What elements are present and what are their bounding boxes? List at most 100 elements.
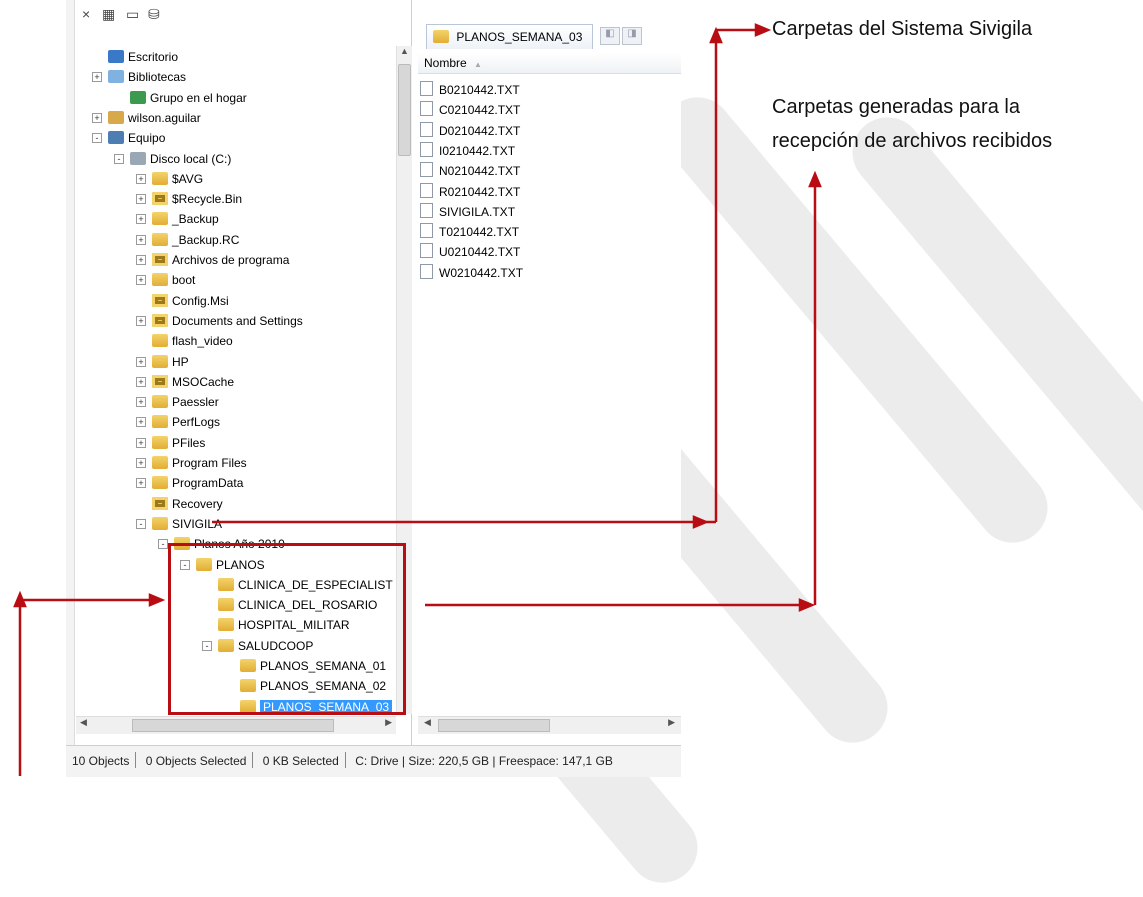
annotation-sistema: Carpetas del Sistema Sivigila bbox=[772, 18, 1033, 40]
scroll-thumb[interactable] bbox=[132, 719, 334, 732]
file-item[interactable]: I0210442.TXT bbox=[420, 141, 515, 161]
file-item[interactable]: U0210442.TXT bbox=[420, 242, 520, 262]
back-icon[interactable]: ◧ bbox=[600, 27, 620, 45]
tree-horizontal-scrollbar[interactable]: ◀ ▶ bbox=[76, 716, 396, 734]
tree-item[interactable]: Program Files bbox=[152, 453, 247, 473]
expander-icon[interactable]: + bbox=[136, 194, 146, 205]
annotation-generadas-line2: recepción de archivos recibidos bbox=[772, 130, 1053, 152]
tree-item-label: MSOCache bbox=[172, 374, 235, 389]
drive-icon[interactable]: ▭ bbox=[126, 6, 139, 23]
text-file-icon bbox=[420, 182, 433, 198]
folder-icon bbox=[152, 476, 168, 490]
expander-icon[interactable]: - bbox=[114, 153, 124, 164]
expander-icon[interactable]: + bbox=[136, 458, 146, 468]
tree-item[interactable]: Disco local (C:) bbox=[130, 149, 231, 169]
file-item[interactable]: N0210442.TXT bbox=[420, 161, 520, 181]
tree-item[interactable]: wilson.aguilar bbox=[108, 108, 201, 128]
desktop-icon[interactable]: ▦ bbox=[102, 6, 115, 23]
scroll-up-icon[interactable]: ▲ bbox=[397, 46, 412, 60]
file-item[interactable]: W0210442.TXT bbox=[420, 263, 523, 283]
tree-item[interactable]: Grupo en el hogar bbox=[130, 88, 247, 108]
expander-icon[interactable]: + bbox=[136, 173, 146, 184]
homegroup-icon bbox=[130, 90, 146, 104]
file-item[interactable]: B0210442.TXT bbox=[420, 80, 520, 100]
expander-icon[interactable]: + bbox=[136, 376, 146, 387]
expander-icon[interactable]: + bbox=[136, 356, 146, 367]
tree-item[interactable]: Documents and Settings bbox=[152, 311, 303, 331]
network-drive-icon[interactable]: ⛁ bbox=[148, 6, 160, 23]
expander-icon[interactable]: + bbox=[136, 478, 146, 489]
scroll-left-icon[interactable]: ◀ bbox=[424, 717, 431, 728]
tree-item[interactable]: _Backup.RC bbox=[152, 230, 239, 250]
tree-item[interactable]: boot bbox=[152, 270, 195, 290]
expander-icon[interactable]: + bbox=[92, 112, 102, 123]
expander-icon[interactable]: + bbox=[92, 72, 102, 83]
scroll-right-icon[interactable]: ▶ bbox=[385, 717, 392, 728]
expander-icon[interactable]: + bbox=[136, 417, 146, 428]
file-item[interactable]: T0210442.TXT bbox=[420, 222, 519, 242]
tree-item[interactable]: Archivos de programa bbox=[152, 250, 289, 270]
tree-item[interactable]: ProgramData bbox=[152, 473, 243, 493]
folder-icon bbox=[152, 516, 168, 530]
files-horizontal-scrollbar[interactable]: ◀ ▶ bbox=[418, 716, 681, 734]
expander-icon[interactable]: + bbox=[136, 214, 146, 225]
tree-item[interactable]: flash_video bbox=[152, 331, 233, 351]
expander-icon[interactable]: + bbox=[136, 437, 146, 448]
tree-item[interactable]: PerfLogs bbox=[152, 412, 220, 432]
expander-icon[interactable]: + bbox=[136, 234, 146, 245]
expander-icon[interactable]: - bbox=[158, 539, 168, 550]
tree-item[interactable]: $Recycle.Bin bbox=[152, 189, 242, 209]
expander-icon[interactable]: - bbox=[136, 518, 146, 529]
tree-item[interactable]: SIVIGILA bbox=[152, 514, 222, 534]
file-name: B0210442.TXT bbox=[439, 83, 520, 97]
expander-icon[interactable]: + bbox=[136, 275, 146, 286]
file-item[interactable]: R0210442.TXT bbox=[420, 182, 520, 202]
status-object-count: 10 Objects bbox=[72, 754, 130, 768]
expander-icon[interactable]: + bbox=[136, 315, 146, 326]
computer-icon bbox=[108, 131, 124, 145]
tab-planos-semana-03[interactable]: PLANOS_SEMANA_03 bbox=[426, 24, 593, 49]
arrowhead bbox=[808, 170, 822, 188]
tree-item-label: SIVIGILA bbox=[172, 516, 223, 531]
text-file-icon bbox=[420, 263, 433, 279]
tree-item[interactable]: Config.Msi bbox=[152, 291, 229, 311]
tree-item-label: HP bbox=[172, 354, 189, 369]
file-name: R0210442.TXT bbox=[439, 184, 521, 199]
close-icon[interactable]: × bbox=[82, 6, 90, 22]
tree-item[interactable]: $AVG bbox=[152, 169, 203, 189]
sort-ascending-icon: ▲ bbox=[474, 60, 482, 69]
tree-item-label: boot bbox=[172, 273, 196, 288]
text-file-icon bbox=[420, 223, 433, 239]
file-item[interactable]: C0210442.TXT bbox=[420, 100, 520, 120]
tree-item[interactable]: Recovery bbox=[152, 494, 223, 514]
scroll-left-icon[interactable]: ◀ bbox=[80, 717, 87, 728]
status-selected-size: 0 KB Selected bbox=[262, 754, 339, 768]
tree-item[interactable]: Escritorio bbox=[108, 47, 178, 67]
tree-item-label: _Backup.RC bbox=[172, 232, 240, 247]
folder-icon bbox=[152, 456, 168, 469]
file-name: I0210442.TXT bbox=[439, 143, 516, 158]
file-item[interactable]: SIVIGILA.TXT bbox=[420, 202, 515, 222]
expander-icon[interactable]: + bbox=[136, 397, 146, 408]
scroll-thumb[interactable] bbox=[398, 64, 411, 156]
tree-item[interactable]: HP bbox=[152, 352, 189, 372]
tree-item[interactable]: Paessler bbox=[152, 392, 219, 412]
scroll-right-icon[interactable]: ▶ bbox=[668, 717, 675, 728]
folder-icon bbox=[152, 395, 168, 409]
expander-icon[interactable]: + bbox=[136, 255, 146, 265]
forward-icon[interactable]: ◨ bbox=[622, 27, 642, 45]
expander-icon[interactable]: - bbox=[92, 133, 102, 144]
scroll-thumb[interactable] bbox=[438, 719, 550, 732]
tree-item-label: Grupo en el hogar bbox=[150, 90, 247, 105]
tree-item[interactable]: MSOCache bbox=[152, 372, 234, 392]
text-file-icon bbox=[420, 141, 433, 157]
tree-item[interactable]: Equipo bbox=[108, 128, 165, 148]
file-item[interactable]: D0210442.TXT bbox=[420, 121, 520, 141]
folder-icon bbox=[152, 171, 168, 185]
tree-item[interactable]: _Backup bbox=[152, 209, 219, 229]
splitter-handle[interactable] bbox=[66, 0, 75, 745]
column-header-nombre[interactable]: Nombre ▲ bbox=[418, 53, 681, 74]
tree-item[interactable]: PFiles bbox=[152, 433, 205, 453]
tree-item[interactable]: Bibliotecas bbox=[108, 67, 186, 87]
text-file-icon bbox=[420, 101, 433, 117]
